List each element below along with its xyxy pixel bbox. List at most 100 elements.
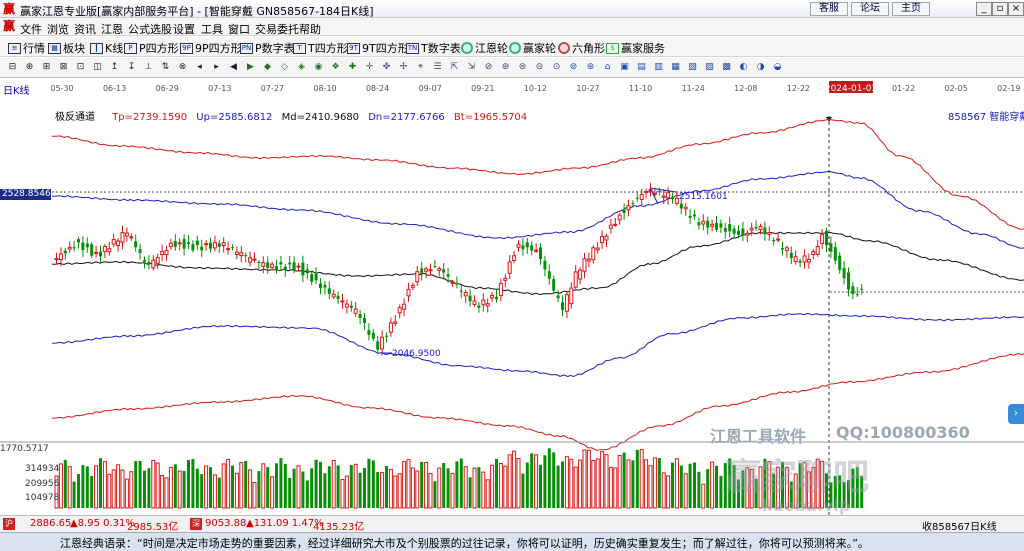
menu-tools[interactable]: 工具 bbox=[201, 21, 223, 37]
index1-value[interactable]: 2886.65 bbox=[30, 518, 71, 529]
candle-body bbox=[525, 242, 529, 248]
maximize-button[interactable]: ▫ bbox=[992, 2, 1008, 16]
support-link[interactable]: 客服 bbox=[810, 2, 848, 16]
volume-bar bbox=[129, 471, 134, 509]
menu-formula-picker[interactable]: 公式选股 bbox=[128, 21, 172, 37]
toolbar-tool-38-icon[interactable]: ▥ bbox=[652, 61, 665, 74]
toolbar-tool-40-icon[interactable]: ▧ bbox=[686, 61, 699, 74]
nav-9p-square[interactable]: 9P 9P四方形 bbox=[180, 40, 242, 56]
toolbar-tool-37-icon[interactable]: ▤ bbox=[635, 61, 648, 74]
menu-file[interactable]: 文件 bbox=[20, 21, 42, 37]
home-link[interactable]: 主页 bbox=[892, 2, 930, 16]
toolbar-tool-11-icon[interactable]: ◂ bbox=[193, 61, 206, 74]
volume-bar bbox=[582, 449, 587, 509]
toolbar-tool-24-icon[interactable]: ⌖ bbox=[414, 61, 427, 74]
volume-bar bbox=[420, 461, 424, 508]
toolbar-axis-icon[interactable]: ⟂ bbox=[142, 61, 155, 74]
toolbar-cross-icon[interactable]: ⊗ bbox=[176, 61, 189, 74]
nav-sectors[interactable]: ▦ 板块 bbox=[48, 40, 85, 56]
volume-bar bbox=[111, 469, 116, 509]
toolbar-down-icon[interactable]: ↧ bbox=[125, 61, 138, 74]
candle-body bbox=[380, 336, 385, 350]
toolbar-tool-28-icon[interactable]: ⊘ bbox=[482, 61, 495, 74]
toolbar-tool-34-icon[interactable]: ⊛ bbox=[584, 61, 597, 74]
toolbar-tool-42-icon[interactable]: ▩ bbox=[720, 61, 733, 74]
toolbar-frame-icon[interactable]: ⊠ bbox=[57, 61, 70, 74]
toolbar-tool-35-icon[interactable]: ⌂ bbox=[601, 61, 614, 74]
toolbar-tool-21-icon[interactable]: ✛ bbox=[363, 61, 376, 74]
chart-canvas[interactable] bbox=[0, 96, 1024, 515]
toolbar-layout-icon[interactable]: ⊟ bbox=[6, 61, 19, 74]
candle-body bbox=[829, 243, 833, 252]
toolbar-tool-32-icon[interactable]: ⊙ bbox=[550, 61, 563, 74]
toolbar-grid-icon[interactable]: ⊞ bbox=[40, 61, 53, 74]
toolbar-tool-29-icon[interactable]: ⊛ bbox=[499, 61, 512, 74]
toolbar-swap-icon[interactable]: ⇅ bbox=[159, 61, 172, 74]
candle-body bbox=[719, 223, 723, 228]
toolbar-zoom-in-icon[interactable]: ⊕ bbox=[23, 61, 36, 74]
toolbar-tool-39-icon[interactable]: ▦ bbox=[669, 61, 682, 74]
toolbar-tool-23-icon[interactable]: ✢ bbox=[397, 61, 410, 74]
menu-news[interactable]: 资讯 bbox=[74, 21, 96, 37]
menu-window[interactable]: 窗口 bbox=[228, 21, 250, 37]
toolbar-tool-19-icon[interactable]: ❖ bbox=[329, 61, 342, 74]
volume-bar bbox=[102, 461, 107, 509]
minimize-button[interactable]: _ bbox=[976, 2, 992, 16]
menu-help[interactable]: 帮助 bbox=[299, 21, 321, 37]
nav-kline[interactable]: ┃ K线 bbox=[90, 40, 123, 56]
toolbar-tool-33-icon[interactable]: ⊚ bbox=[567, 61, 580, 74]
toolbar-select-icon[interactable]: ⊡ bbox=[74, 61, 87, 74]
nav-winner-wheel[interactable]: 赢家轮 bbox=[509, 40, 556, 56]
forum-link[interactable]: 论坛 bbox=[851, 2, 889, 16]
nav-p-square[interactable]: P P四方形 bbox=[124, 40, 179, 56]
nav-ticker[interactable]: ≡ 行情 bbox=[8, 40, 45, 56]
nav-p-number-table[interactable]: PN P数字表 bbox=[240, 40, 295, 56]
menu-gann[interactable]: 江恩 bbox=[101, 21, 123, 37]
toolbar-tool-44-icon[interactable]: ◑ bbox=[754, 61, 767, 74]
t-number-table-icon: TN bbox=[406, 42, 419, 54]
toolbar-tool-13-icon[interactable]: ◀ bbox=[227, 61, 240, 74]
toolbar-tool-17-icon[interactable]: ◈ bbox=[295, 61, 308, 74]
gann-quote: 江恩经典语录：“时间是决定市场走势的重要因素，经过详细研究大市及个别股票的过往记… bbox=[60, 537, 869, 550]
volume-bar bbox=[67, 466, 72, 509]
index2-value[interactable]: 9053.88 bbox=[205, 518, 246, 529]
volume-bar bbox=[463, 466, 468, 509]
candle-body bbox=[507, 261, 512, 274]
menu-browse[interactable]: 浏览 bbox=[47, 21, 69, 37]
side-panel-toggle[interactable]: › bbox=[1008, 404, 1024, 424]
menu-trade[interactable]: 交易委托 bbox=[255, 21, 299, 37]
toolbar-tool-14-icon[interactable]: ▶ bbox=[244, 61, 257, 74]
nav-service[interactable]: $ 赢家服务 bbox=[606, 40, 665, 56]
toolbar-tool-27-icon[interactable]: ⇲ bbox=[465, 61, 478, 74]
close-button[interactable]: × bbox=[1008, 2, 1024, 16]
menu-settings[interactable]: 设置 bbox=[173, 21, 195, 37]
toolbar-tool-36-icon[interactable]: ▣ bbox=[618, 61, 631, 74]
date-tick: 06-29 bbox=[156, 84, 179, 93]
hexagon-icon bbox=[558, 42, 570, 54]
toolbar-tool-31-icon[interactable]: ⊝ bbox=[533, 61, 546, 74]
nav-t-number-table[interactable]: TN T数字表 bbox=[406, 40, 461, 56]
nav-hexagon[interactable]: 六角形 bbox=[558, 40, 605, 56]
toolbar-tool-15-icon[interactable]: ◆ bbox=[261, 61, 274, 74]
toolbar-tool-41-icon[interactable]: ▨ bbox=[703, 61, 716, 74]
nav-9t-square[interactable]: 9T 9T四方形 bbox=[347, 40, 409, 56]
toolbar-tool-43-icon[interactable]: ◐ bbox=[737, 61, 750, 74]
toolbar-tool-12-icon[interactable]: ▸ bbox=[210, 61, 223, 74]
toolbar-tool-16-icon[interactable]: ◇ bbox=[278, 61, 291, 74]
toolbar-tool-18-icon[interactable]: ◉ bbox=[312, 61, 325, 74]
toolbar-tool-20-icon[interactable]: ✚ bbox=[346, 61, 359, 74]
toolbar-tool-45-icon[interactable]: ◒ bbox=[771, 61, 784, 74]
candle-body bbox=[564, 294, 569, 312]
toolbar-split-icon[interactable]: ◫ bbox=[91, 61, 104, 74]
kline-chart[interactable]: 极反通道 Tp=2739.1590 Up=2585.6812 Md=2410.9… bbox=[0, 96, 1024, 515]
candle-body bbox=[385, 335, 388, 337]
volume-bar bbox=[143, 470, 146, 508]
toolbar-tool-22-icon[interactable]: ✜ bbox=[380, 61, 393, 74]
toolbar-tool-26-icon[interactable]: ⇱ bbox=[448, 61, 461, 74]
nav-t-square[interactable]: T T四方形 bbox=[293, 40, 348, 56]
toolbar-tool-30-icon[interactable]: ⊜ bbox=[516, 61, 529, 74]
toolbar-tool-25-icon[interactable]: ☰ bbox=[431, 61, 444, 74]
volume-bar bbox=[552, 452, 556, 508]
nav-gann-wheel[interactable]: 江恩轮 bbox=[461, 40, 508, 56]
toolbar-up-icon[interactable]: ↥ bbox=[108, 61, 121, 74]
